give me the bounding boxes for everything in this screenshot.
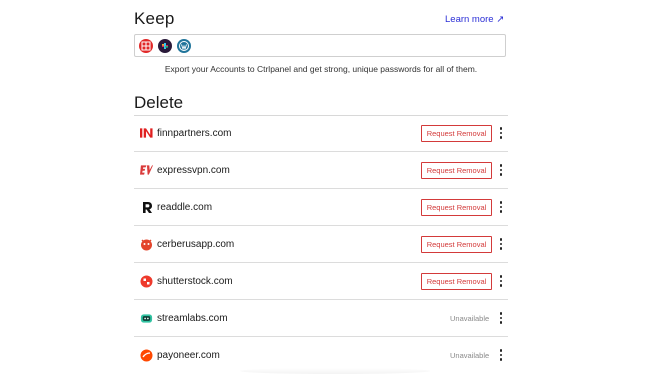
more-options-icon[interactable] [497, 163, 505, 177]
account-domain: expressvpn.com [157, 164, 230, 176]
readdle-logo [140, 201, 153, 214]
request-removal-button[interactable]: Request Removal [421, 272, 492, 290]
list-item: shutterstock.com Request Removal [134, 263, 508, 300]
scroll-shadow [240, 368, 430, 374]
account-domain: payoneer.com [157, 349, 220, 361]
account-domain: finnpartners.com [157, 127, 232, 139]
list-item: streamlabs.com Unavailable [134, 300, 508, 337]
keep-accounts-box [134, 34, 506, 57]
unavailable-status: Unavailable [450, 350, 490, 360]
more-options-icon[interactable] [497, 237, 505, 251]
more-options-icon[interactable] [497, 348, 505, 362]
flipboard-icon [139, 38, 153, 53]
keep-heading: Keep [134, 9, 175, 28]
list-item: expressvpn.com Request Removal [134, 152, 508, 189]
list-item: finnpartners.com Request Removal [134, 115, 508, 152]
request-removal-button[interactable]: Request Removal [421, 124, 492, 142]
request-removal-button[interactable]: Request Removal [421, 235, 492, 253]
expressvpn-logo [140, 164, 153, 177]
list-item: cerberusapp.com Request Removal [134, 226, 508, 263]
delete-heading: Delete [134, 93, 184, 112]
delete-list: finnpartners.com Request Removal express… [134, 115, 508, 373]
more-options-icon[interactable] [497, 274, 505, 288]
more-options-icon[interactable] [497, 126, 505, 140]
account-domain: shutterstock.com [157, 275, 233, 287]
unavailable-status: Unavailable [450, 313, 490, 323]
more-options-icon[interactable] [497, 200, 505, 214]
payoneer-logo [140, 349, 153, 362]
account-domain: cerberusapp.com [157, 238, 235, 250]
shutterstock-logo [140, 275, 153, 288]
account-domain: streamlabs.com [157, 312, 228, 324]
account-domain: readdle.com [157, 201, 213, 213]
streamlabs-logo [140, 312, 153, 325]
finnpartners-logo [140, 127, 153, 140]
learn-more-link[interactable]: Learn more ↗ [445, 14, 504, 25]
export-description: Export your Accounts to Ctrlpanel and ge… [164, 64, 478, 74]
list-item: readdle.com Request Removal [134, 189, 508, 226]
cerberus-logo [140, 238, 153, 251]
request-removal-button[interactable]: Request Removal [421, 198, 492, 216]
slack-icon [158, 38, 172, 53]
more-options-icon[interactable] [497, 311, 505, 325]
request-removal-button[interactable]: Request Removal [421, 161, 492, 179]
wordpress-icon [177, 38, 191, 53]
